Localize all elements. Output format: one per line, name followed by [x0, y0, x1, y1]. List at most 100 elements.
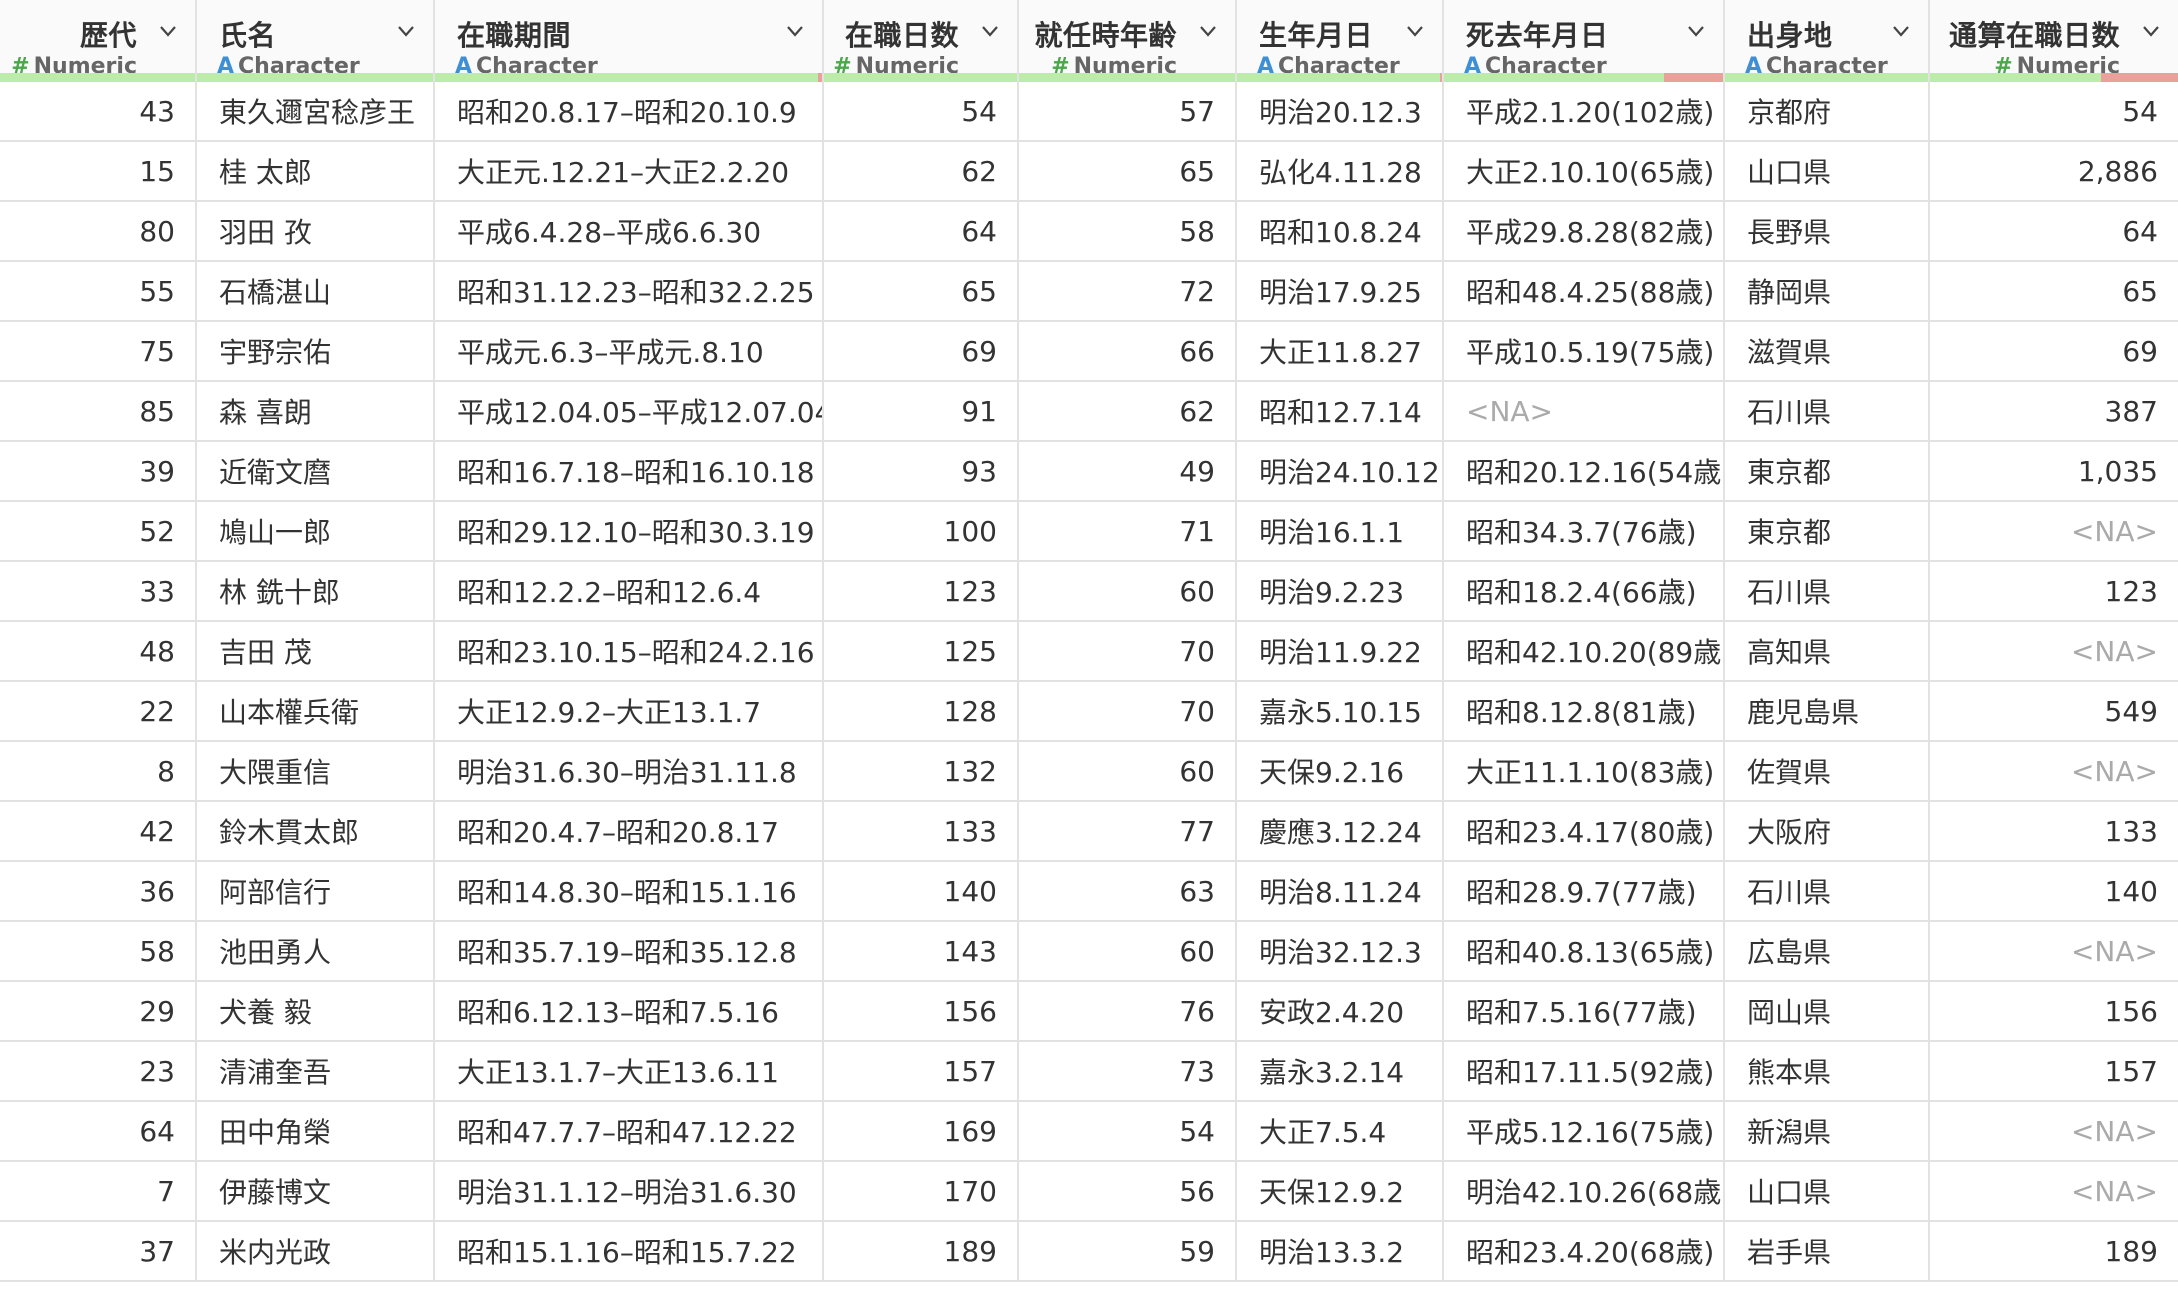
table-cell[interactable]: 大正12.9.2–大正13.1.7: [434, 681, 824, 742]
table-cell[interactable]: 387: [1929, 381, 2178, 442]
table-cell[interactable]: 岩手県: [1724, 1221, 1930, 1282]
table-cell[interactable]: 59: [1018, 1221, 1237, 1282]
table-cell[interactable]: 80: [0, 201, 197, 262]
table-cell[interactable]: <NA>: [1929, 741, 2178, 802]
table-cell[interactable]: 弘化4.11.28: [1236, 141, 1444, 202]
table-cell[interactable]: 157: [1929, 1041, 2178, 1102]
table-cell[interactable]: 大正13.1.7–大正13.6.11: [434, 1041, 824, 1102]
table-cell[interactable]: 嘉永3.2.14: [1236, 1041, 1444, 1102]
table-cell[interactable]: 昭和20.8.17–昭和20.10.9: [434, 82, 824, 142]
table-cell[interactable]: 22: [0, 681, 197, 742]
table-cell[interactable]: 156: [823, 981, 1019, 1042]
column-header[interactable]: 出身地 A Character: [1724, 0, 1930, 82]
table-cell[interactable]: 明治13.3.2: [1236, 1221, 1444, 1282]
table-row[interactable]: 36 阿部信行 昭和14.8.30–昭和15.1.16 140 63 明治8.11.24 昭…: [0, 861, 2178, 922]
table-cell[interactable]: 昭和28.9.7(77歳): [1443, 861, 1725, 922]
table-cell[interactable]: 岡山県: [1724, 981, 1930, 1042]
table-cell[interactable]: 昭和23.4.20(68歳): [1443, 1221, 1725, 1282]
table-cell[interactable]: 静岡県: [1724, 261, 1930, 322]
chevron-down-icon[interactable]: [1687, 22, 1705, 40]
table-cell[interactable]: 7: [0, 1161, 197, 1222]
column-header[interactable]: 歴代 # Numeric: [0, 0, 197, 82]
table-cell[interactable]: 山本權兵衛: [196, 681, 435, 742]
table-cell[interactable]: 高知県: [1724, 621, 1930, 682]
table-cell[interactable]: 58: [1018, 201, 1237, 262]
table-cell[interactable]: 71: [1018, 501, 1237, 562]
table-cell[interactable]: 鳩山一郎: [196, 501, 435, 562]
table-cell[interactable]: 189: [1929, 1221, 2178, 1282]
table-cell[interactable]: 169: [823, 1101, 1019, 1162]
table-cell[interactable]: 吉田 茂: [196, 621, 435, 682]
chevron-down-icon[interactable]: [1406, 22, 1424, 40]
table-cell[interactable]: 49: [1018, 441, 1237, 502]
table-cell[interactable]: 平成2.1.20(102歳): [1443, 82, 1725, 142]
table-cell[interactable]: 54: [1929, 82, 2178, 142]
table-cell[interactable]: 58: [0, 921, 197, 982]
table-cell[interactable]: 明治16.1.1: [1236, 501, 1444, 562]
table-cell[interactable]: 昭和34.3.7(76歳): [1443, 501, 1725, 562]
table-cell[interactable]: 佐賀県: [1724, 741, 1930, 802]
table-cell[interactable]: 昭和40.8.13(65歳): [1443, 921, 1725, 982]
table-cell[interactable]: 128: [823, 681, 1019, 742]
table-cell[interactable]: 石川県: [1724, 561, 1930, 622]
chevron-down-icon[interactable]: [159, 22, 177, 40]
table-cell[interactable]: 156: [1929, 981, 2178, 1042]
table-cell[interactable]: 1,035: [1929, 441, 2178, 502]
table-cell[interactable]: 70: [1018, 681, 1237, 742]
table-cell[interactable]: 林 銑十郎: [196, 561, 435, 622]
chevron-down-icon[interactable]: [397, 22, 415, 40]
table-cell[interactable]: 133: [1929, 801, 2178, 862]
table-cell[interactable]: 平成元.6.3–平成元.8.10: [434, 321, 824, 382]
table-cell[interactable]: <NA>: [1443, 381, 1725, 442]
table-cell[interactable]: 昭和48.4.25(88歳): [1443, 261, 1725, 322]
table-cell[interactable]: 昭和10.8.24: [1236, 201, 1444, 262]
table-cell[interactable]: 清浦奎吾: [196, 1041, 435, 1102]
table-cell[interactable]: 京都府: [1724, 82, 1930, 142]
table-cell[interactable]: 昭和12.7.14: [1236, 381, 1444, 442]
table-cell[interactable]: 大隈重信: [196, 741, 435, 802]
table-cell[interactable]: 60: [1018, 921, 1237, 982]
table-cell[interactable]: 明治31.1.12–明治31.6.30: [434, 1161, 824, 1222]
chevron-down-icon[interactable]: [1892, 22, 1910, 40]
table-cell[interactable]: 143: [823, 921, 1019, 982]
table-cell[interactable]: 石川県: [1724, 381, 1930, 442]
table-cell[interactable]: 52: [0, 501, 197, 562]
table-cell[interactable]: 大正2.10.10(65歳): [1443, 141, 1725, 202]
table-cell[interactable]: 昭和42.10.20(89歳): [1443, 621, 1725, 682]
table-cell[interactable]: 昭和20.4.7–昭和20.8.17: [434, 801, 824, 862]
table-cell[interactable]: 56: [1018, 1161, 1237, 1222]
table-row[interactable]: 22 山本權兵衛 大正12.9.2–大正13.1.7 128 70 嘉永5.10.15 昭和…: [0, 681, 2178, 742]
table-cell[interactable]: 62: [823, 141, 1019, 202]
table-cell[interactable]: 平成10.5.19(75歳): [1443, 321, 1725, 382]
table-row[interactable]: 15 桂 太郎 大正元.12.21–大正2.2.20 62 65 弘化4.11.28 大正2…: [0, 141, 2178, 202]
table-cell[interactable]: 29: [0, 981, 197, 1042]
table-row[interactable]: 55 石橋湛山 昭和31.12.23–昭和32.2.25 65 72 明治17.9.25 昭…: [0, 261, 2178, 322]
table-cell[interactable]: 明治9.2.23: [1236, 561, 1444, 622]
table-cell[interactable]: 阿部信行: [196, 861, 435, 922]
column-header[interactable]: 通算在職日数 # Numeric: [1929, 0, 2178, 82]
column-header[interactable]: 生年月日 A Character: [1236, 0, 1444, 82]
table-cell[interactable]: 嘉永5.10.15: [1236, 681, 1444, 742]
table-cell[interactable]: 大正7.5.4: [1236, 1101, 1444, 1162]
table-cell[interactable]: 滋賀県: [1724, 321, 1930, 382]
table-cell[interactable]: 池田勇人: [196, 921, 435, 982]
table-cell[interactable]: 72: [1018, 261, 1237, 322]
table-cell[interactable]: 133: [823, 801, 1019, 862]
table-cell[interactable]: 65: [1018, 141, 1237, 202]
table-cell[interactable]: 132: [823, 741, 1019, 802]
table-cell[interactable]: 昭和6.12.13–昭和7.5.16: [434, 981, 824, 1042]
table-row[interactable]: 43 東久邇宮稔彦王 昭和20.8.17–昭和20.10.9 54 57 明治20.12.…: [0, 82, 2178, 142]
table-cell[interactable]: 長野県: [1724, 201, 1930, 262]
table-row[interactable]: 48 吉田 茂昭和23.10.15–昭和24.2.16 125 70 明治11.9.22…: [0, 621, 2178, 682]
table-cell[interactable]: 57: [1018, 82, 1237, 142]
table-cell[interactable]: <NA>: [1929, 501, 2178, 562]
table-cell[interactable]: 平成12.04.05–平成12.07.04: [434, 381, 824, 442]
table-cell[interactable]: 東京都: [1724, 441, 1930, 502]
table-cell[interactable]: 60: [1018, 561, 1237, 622]
table-cell[interactable]: 157: [823, 1041, 1019, 1102]
table-cell[interactable]: 36: [0, 861, 197, 922]
table-cell[interactable]: 東京都: [1724, 501, 1930, 562]
table-cell[interactable]: 安政2.4.20: [1236, 981, 1444, 1042]
table-cell[interactable]: 広島県: [1724, 921, 1930, 982]
table-row[interactable]: 80 羽田 孜平成6.4.28–平成6.6.30 64 58 昭和10.8.24 平成29…: [0, 201, 2178, 262]
